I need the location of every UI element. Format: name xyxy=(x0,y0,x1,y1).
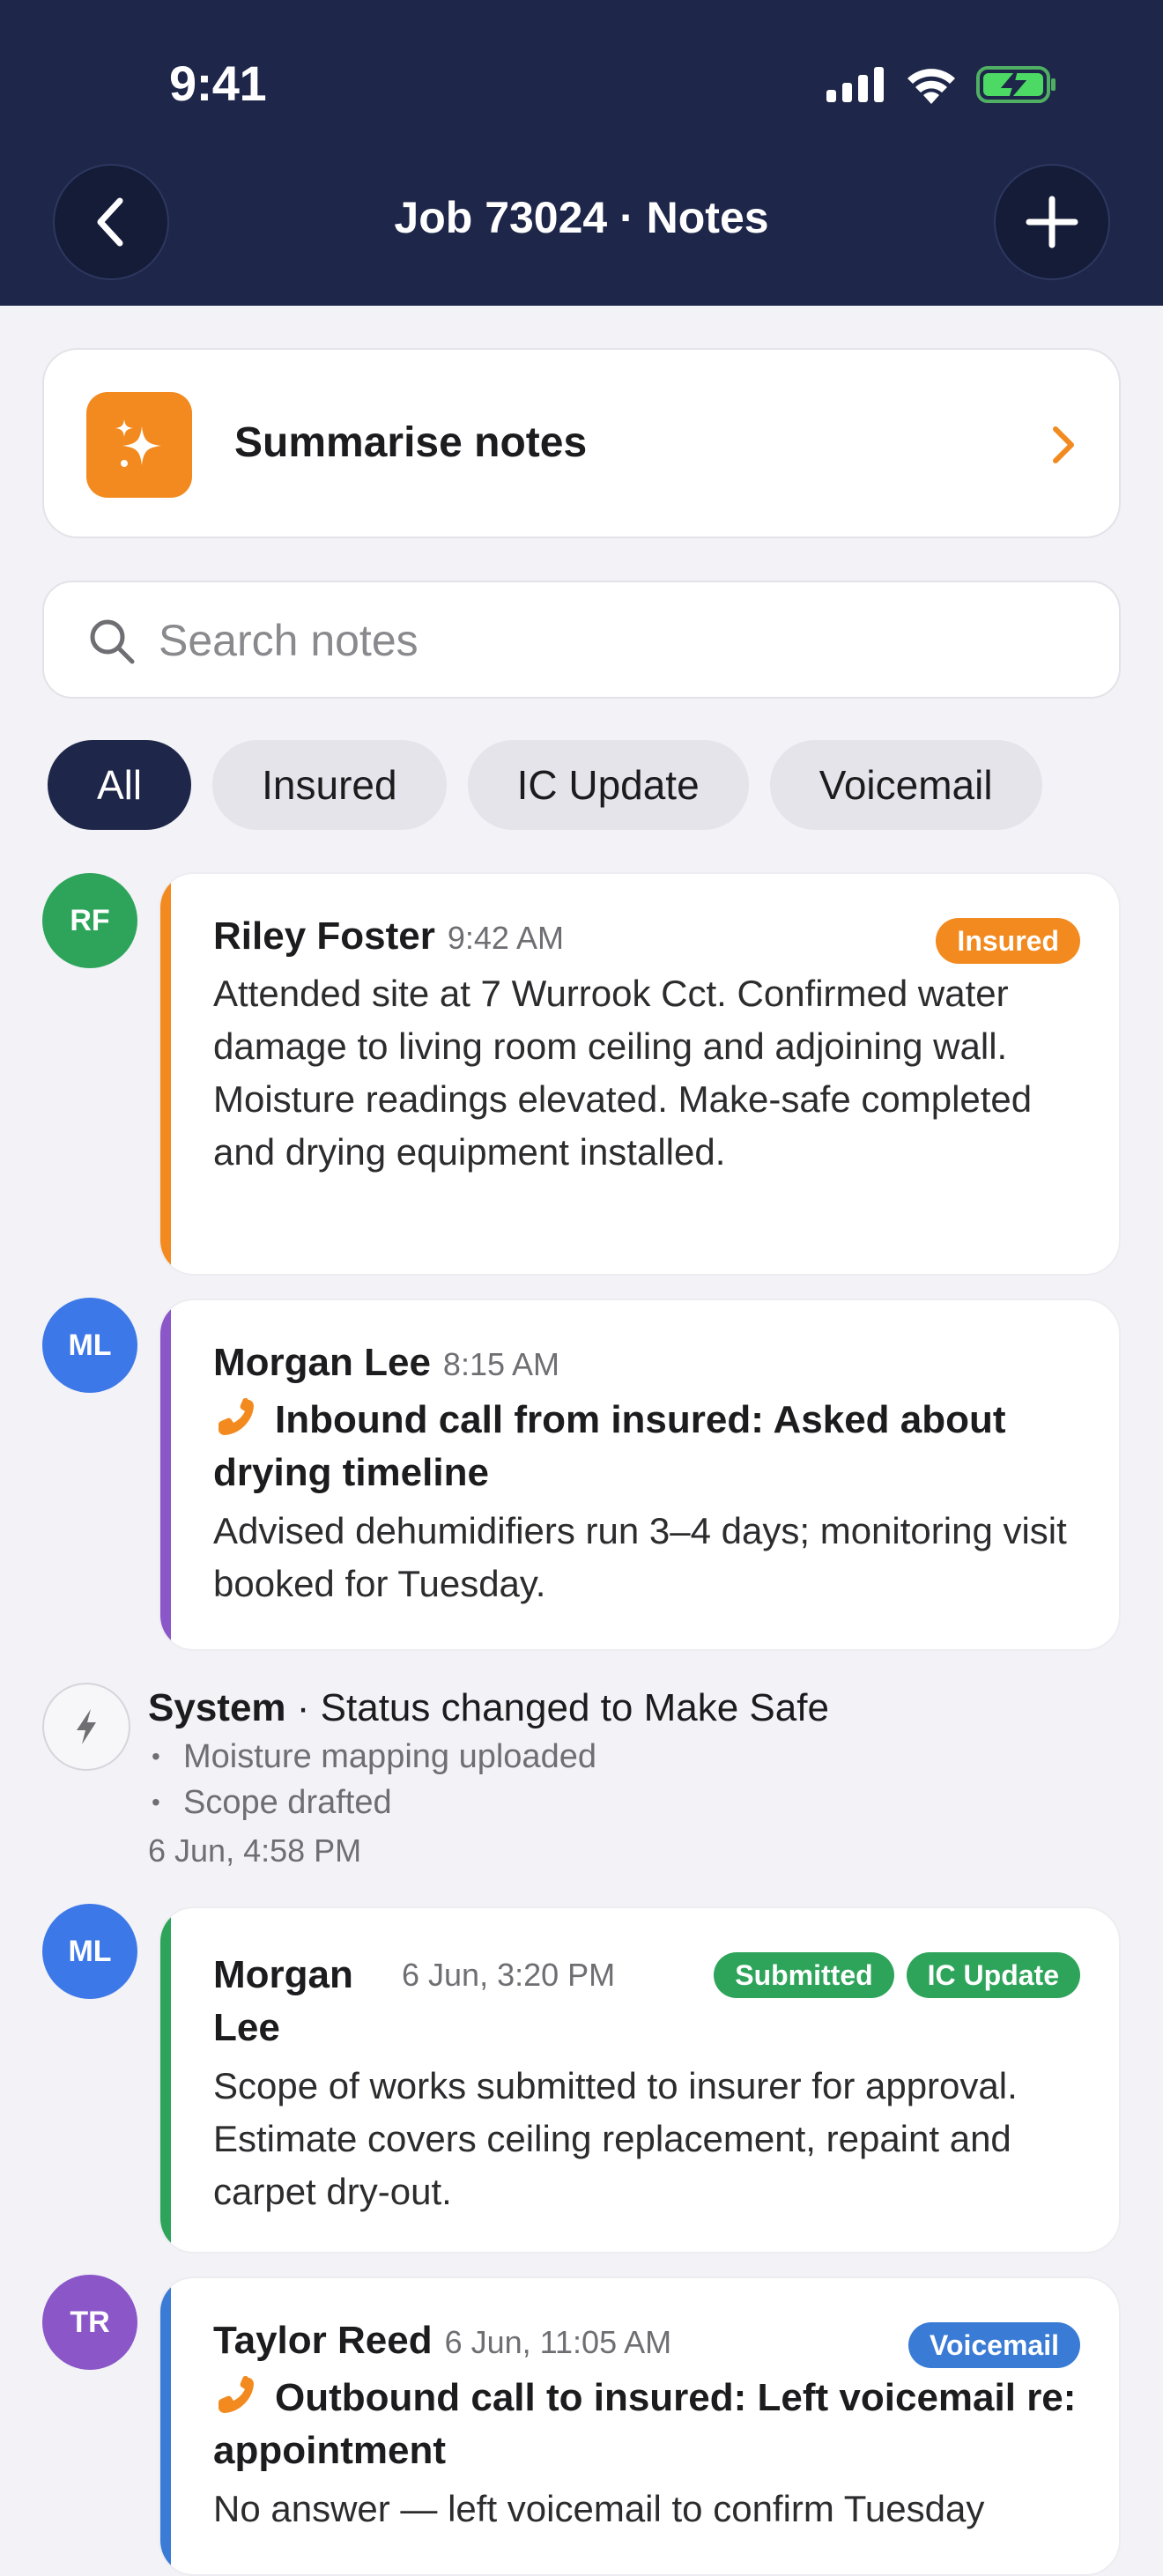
note-body: Attended site at 7 Wurrook Cct. Confirme… xyxy=(213,973,1033,1173)
app-header: 9:41 Job 73024 · Notes xyxy=(0,0,1163,306)
note-accent-bar xyxy=(160,1908,171,2252)
note-author: Taylor Reed xyxy=(213,2319,433,2362)
system-bolt-icon xyxy=(42,1683,130,1771)
note-accent-bar xyxy=(160,1300,171,1649)
battery-charging-icon xyxy=(976,66,1056,103)
summarise-notes-label: Summarise notes xyxy=(234,419,588,466)
note-time: 6 Jun, 11:05 AM xyxy=(444,2324,672,2360)
call-summary: Outbound call to insured: Left voicemail… xyxy=(213,2372,1080,2477)
avatar: ML xyxy=(42,1298,137,1393)
filter-chip-insured[interactable]: Insured xyxy=(212,740,447,830)
search-icon xyxy=(90,619,135,664)
tag-badge-voicemail: Voicemail xyxy=(907,2322,1080,2368)
note-body: Advised dehumidifiers run 3–4 days; moni… xyxy=(213,1510,1067,1604)
note-body: Scope of works submitted to insurer for … xyxy=(213,2065,1018,2212)
note-time: 9:42 AM xyxy=(447,920,564,956)
note-card[interactable]: Taylor Reed 6 Jun, 11:05 AM Voicemail Ou… xyxy=(159,2276,1121,2576)
summarise-notes-card[interactable]: Summarise notes xyxy=(42,348,1121,538)
system-status-text: · Status changed to Make Safe xyxy=(285,1686,829,1729)
filter-chips: All Insured IC Update Voicemail xyxy=(48,740,1042,830)
search-input[interactable] xyxy=(159,609,1075,672)
note-accent-bar xyxy=(160,2278,171,2574)
filter-chip-ic-update[interactable]: IC Update xyxy=(467,740,749,830)
call-summary-text: Inbound call from insured: Asked about d… xyxy=(213,1398,1006,1494)
note-author: Riley Foster xyxy=(213,914,435,958)
note-card[interactable]: Morgan Lee 6 Jun, 3:20 PM Submitted IC U… xyxy=(159,1906,1121,2254)
call-summary: Inbound call from insured: Asked about d… xyxy=(213,1394,1080,1499)
tag-badge-ic-update: IC Update xyxy=(906,1952,1080,1998)
note-author: Morgan Lee xyxy=(213,1953,353,2049)
filter-chip-all[interactable]: All xyxy=(48,740,192,830)
status-icons xyxy=(826,63,1057,106)
chevron-right-icon xyxy=(1053,426,1074,463)
phone-icon xyxy=(219,2376,254,2413)
note-card[interactable]: Morgan Lee 8:15 AM Inbound call from ins… xyxy=(159,1299,1121,1651)
call-summary-text: Outbound call to insured: Left voicemail… xyxy=(213,2376,1077,2472)
add-note-button[interactable] xyxy=(994,164,1110,280)
note-accent-bar xyxy=(160,874,171,1274)
system-item: Moisture mapping uploaded xyxy=(148,1734,1117,1780)
plus-icon xyxy=(1026,196,1078,248)
avatar: TR xyxy=(42,2275,137,2370)
avatar: RF xyxy=(42,873,137,968)
page-title: Job 73024 · Notes xyxy=(394,193,769,242)
system-time: 6 Jun, 4:58 PM xyxy=(148,1832,362,1869)
note-body: No answer — left voicemail to confirm Tu… xyxy=(213,2488,985,2529)
tag-badge-submitted: Submitted xyxy=(714,1952,894,1998)
system-label: System xyxy=(148,1686,286,1729)
signal-icon xyxy=(826,67,884,102)
status-time: 9:41 xyxy=(169,56,267,111)
system-title: System · Status changed to Make Safe xyxy=(148,1683,1117,1734)
search-bar[interactable] xyxy=(42,581,1121,699)
note-time: 6 Jun, 3:20 PM xyxy=(402,1957,616,1993)
system-entry: System · Status changed to Make Safe Moi… xyxy=(148,1683,1117,1876)
system-item: Scope drafted xyxy=(148,1780,1117,1825)
note-author: Morgan Lee xyxy=(213,1341,431,1384)
phone-icon xyxy=(219,1398,254,1435)
tag-badge-insured: Insured xyxy=(936,918,1080,964)
filter-chip-voicemail[interactable]: Voicemail xyxy=(769,740,1042,830)
sparkles-icon xyxy=(86,392,192,498)
note-card[interactable]: Riley Foster 9:42 AM Insured Attended si… xyxy=(159,872,1121,1276)
note-time: 8:15 AM xyxy=(442,1346,560,1382)
avatar: ML xyxy=(42,1904,137,1999)
wifi-icon xyxy=(907,69,955,104)
